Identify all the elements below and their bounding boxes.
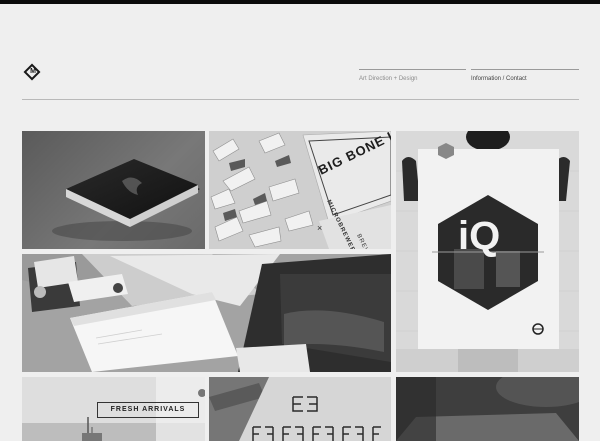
header-divider <box>22 99 579 100</box>
portfolio-tile-stationery[interactable] <box>22 254 391 372</box>
nav-rule <box>471 69 579 70</box>
portfolio-tile-book[interactable] <box>22 131 205 249</box>
portfolio-tile-fresh-arrivals[interactable]: FRESH ARRIVALS <box>22 377 205 441</box>
dark-interior-image <box>396 377 579 441</box>
cross-mark-icon: × <box>317 223 322 233</box>
nav-link-label: Art Direction + Design <box>359 76 418 82</box>
logo-mark: M <box>30 68 36 75</box>
fresh-arrivals-label: FRESH ARRIVALS <box>97 402 199 418</box>
nav-link-label: Information / Contact <box>471 76 527 82</box>
portfolio-tile-dark-interior[interactable] <box>396 377 579 441</box>
portfolio-tile-poster[interactable]: iQ <box>396 131 579 372</box>
stationery-image <box>22 254 391 372</box>
top-bar <box>0 0 600 4</box>
logo[interactable]: M <box>23 63 42 82</box>
book-mockup-image <box>52 159 200 241</box>
monogram-pattern-image <box>209 377 391 441</box>
portfolio-tile-brewery-packaging[interactable]: BIG BONE L MICROBREWERY BREWED × <box>209 131 391 249</box>
brewery-packaging-image: BIG BONE L MICROBREWERY BREWED × <box>209 131 391 249</box>
portfolio-tile-monogram-pattern[interactable] <box>209 377 391 441</box>
poster-iq-text: iQ <box>458 214 500 258</box>
nav-rule <box>359 69 466 70</box>
poster-image: iQ <box>396 131 579 372</box>
